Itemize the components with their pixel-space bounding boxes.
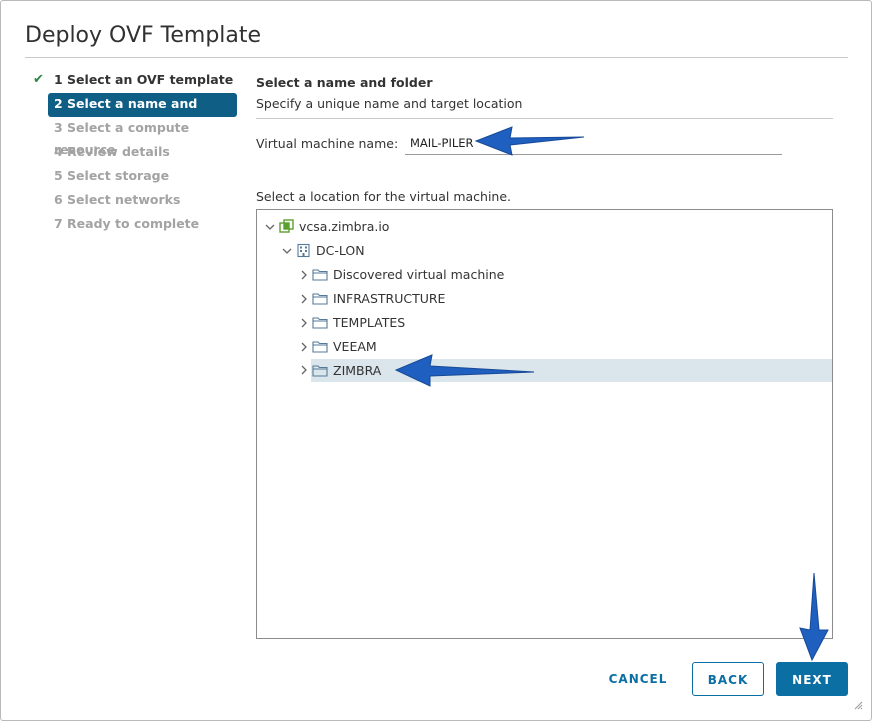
chevron-right-icon[interactable] bbox=[297, 294, 311, 304]
tree-node-label: DC-LON bbox=[316, 243, 365, 258]
tree-node-folder-discovered[interactable]: Discovered virtual machine bbox=[297, 263, 597, 286]
chevron-down-icon[interactable] bbox=[263, 222, 277, 232]
tree-node-label: ZIMBRA bbox=[333, 363, 382, 378]
tree-node-datacenter[interactable]: DC-LON bbox=[280, 239, 365, 262]
location-label: Select a location for the virtual machin… bbox=[256, 189, 512, 204]
folder-icon bbox=[311, 340, 329, 353]
step-select-ovf-template[interactable]: ✔ 1 Select an OVF template bbox=[31, 69, 241, 93]
chevron-right-icon[interactable] bbox=[297, 342, 311, 352]
section-title: Select a name and folder bbox=[256, 75, 433, 90]
chevron-down-icon[interactable] bbox=[280, 246, 294, 256]
folder-icon bbox=[311, 364, 329, 377]
tree-node-folder-infrastructure[interactable]: INFRASTRUCTURE bbox=[297, 287, 445, 310]
tree-node-folder-templates[interactable]: TEMPLATES bbox=[297, 311, 405, 334]
step-label: 1 Select an OVF template bbox=[54, 72, 234, 87]
step-label: 6 Select networks bbox=[54, 192, 181, 207]
next-button[interactable]: NEXT bbox=[776, 662, 848, 696]
datacenter-icon bbox=[294, 243, 312, 258]
step-review-details: 4 Review details bbox=[31, 141, 241, 165]
step-select-name-and-folder[interactable]: 2 Select a name and folder bbox=[48, 93, 237, 133]
cancel-button[interactable]: CANCEL bbox=[597, 662, 679, 696]
tree-node-label: VEEAM bbox=[333, 339, 377, 354]
tree-node-vcenter[interactable]: vcsa.zimbra.io bbox=[263, 215, 389, 238]
checkmark-icon: ✔ bbox=[33, 72, 44, 87]
folder-icon bbox=[311, 268, 329, 281]
resize-grip-icon[interactable] bbox=[853, 695, 863, 714]
title-divider bbox=[25, 57, 848, 58]
location-tree[interactable]: vcsa.zimbra.io DC-LON Discovered virtual… bbox=[256, 209, 833, 639]
tree-node-label: TEMPLATES bbox=[333, 315, 406, 330]
folder-icon bbox=[311, 316, 329, 329]
tree-node-label: Discovered virtual machine bbox=[333, 267, 505, 282]
chevron-right-icon[interactable] bbox=[297, 270, 311, 280]
dialog-title: Deploy OVF Template bbox=[25, 23, 262, 48]
step-label: 5 Select storage bbox=[54, 168, 170, 183]
vm-name-input[interactable] bbox=[405, 131, 782, 155]
chevron-right-icon[interactable] bbox=[297, 365, 311, 375]
step-select-storage: 5 Select storage bbox=[31, 165, 241, 189]
tree-node-folder-zimbra[interactable]: ZIMBRA bbox=[311, 359, 832, 382]
deploy-ovf-dialog: Deploy OVF Template ✔ 1 Select an OVF te… bbox=[0, 0, 872, 721]
section-subtitle: Specify a unique name and target locatio… bbox=[256, 96, 523, 111]
wizard-steps: ✔ 1 Select an OVF template 2 Select a na… bbox=[31, 69, 241, 237]
vcenter-icon bbox=[277, 219, 295, 234]
step-label: 7 Ready to complete bbox=[54, 216, 200, 231]
step-ready-to-complete: 7 Ready to complete bbox=[31, 213, 241, 237]
folder-icon bbox=[311, 292, 329, 305]
step-select-compute-resource: 3 Select a compute resource bbox=[31, 117, 241, 157]
vm-name-label: Virtual machine name: bbox=[256, 136, 399, 151]
tree-node-folder-veeam[interactable]: VEEAM bbox=[297, 335, 377, 358]
step-label: 4 Review details bbox=[54, 144, 170, 159]
section-divider bbox=[256, 118, 833, 119]
step-select-networks: 6 Select networks bbox=[31, 189, 241, 213]
back-button[interactable]: BACK bbox=[692, 662, 764, 696]
tree-node-label: vcsa.zimbra.io bbox=[299, 219, 390, 234]
chevron-right-icon[interactable] bbox=[297, 318, 311, 328]
tree-node-label: INFRASTRUCTURE bbox=[333, 291, 446, 306]
